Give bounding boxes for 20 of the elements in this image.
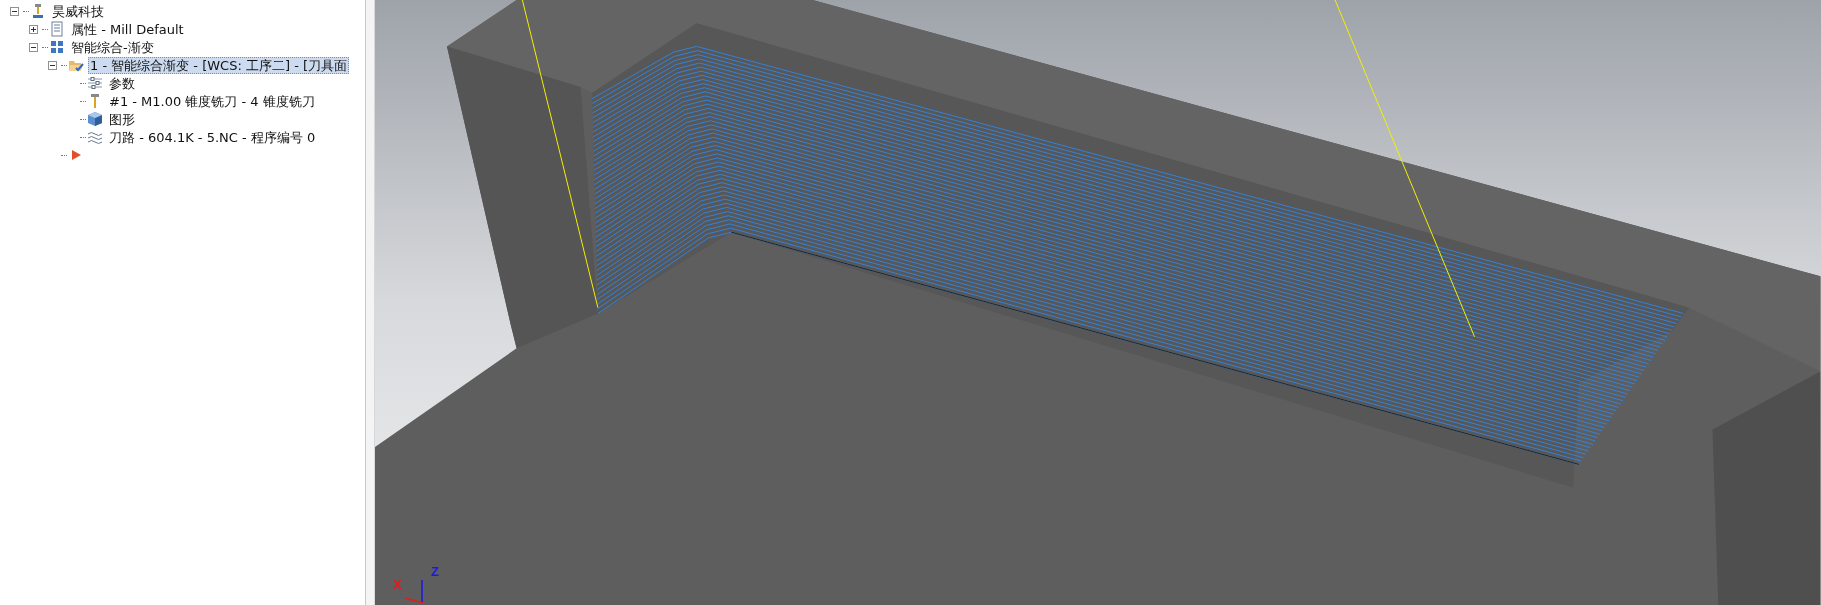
tree-item[interactable]: 1 - 智能综合渐变 - [WCS: 工序二] - [刀具面 [88,56,350,74]
axis-label: X [393,578,402,591]
sliders-icon [87,75,103,91]
waves-icon [87,129,103,145]
collapse-icon[interactable] [29,42,38,52]
axis-label: Z [431,565,439,578]
tree-item[interactable]: #1 - M1.00 锥度铣刀 - 4 锥度铣刀 [107,92,317,110]
collapse-icon[interactable] [10,6,19,16]
tree-item[interactable]: 智能综合-渐变 [69,38,156,56]
tree-item[interactable]: 刀路 - 604.1K - 5.NC - 程序编号 0 [107,128,318,146]
tree-item[interactable]: 属性 - Mill Default [69,20,186,38]
tree-item[interactable]: 图形 [107,110,137,128]
cube-icon [87,111,103,127]
tree-item[interactable]: 昊威科技 [50,2,106,20]
tree-item[interactable]: 参数 [107,74,137,92]
expand-icon[interactable] [29,24,38,34]
spindle-icon [30,3,46,19]
document-icon [49,21,65,37]
grid-icon [49,39,65,55]
collapse-icon[interactable] [48,60,57,70]
